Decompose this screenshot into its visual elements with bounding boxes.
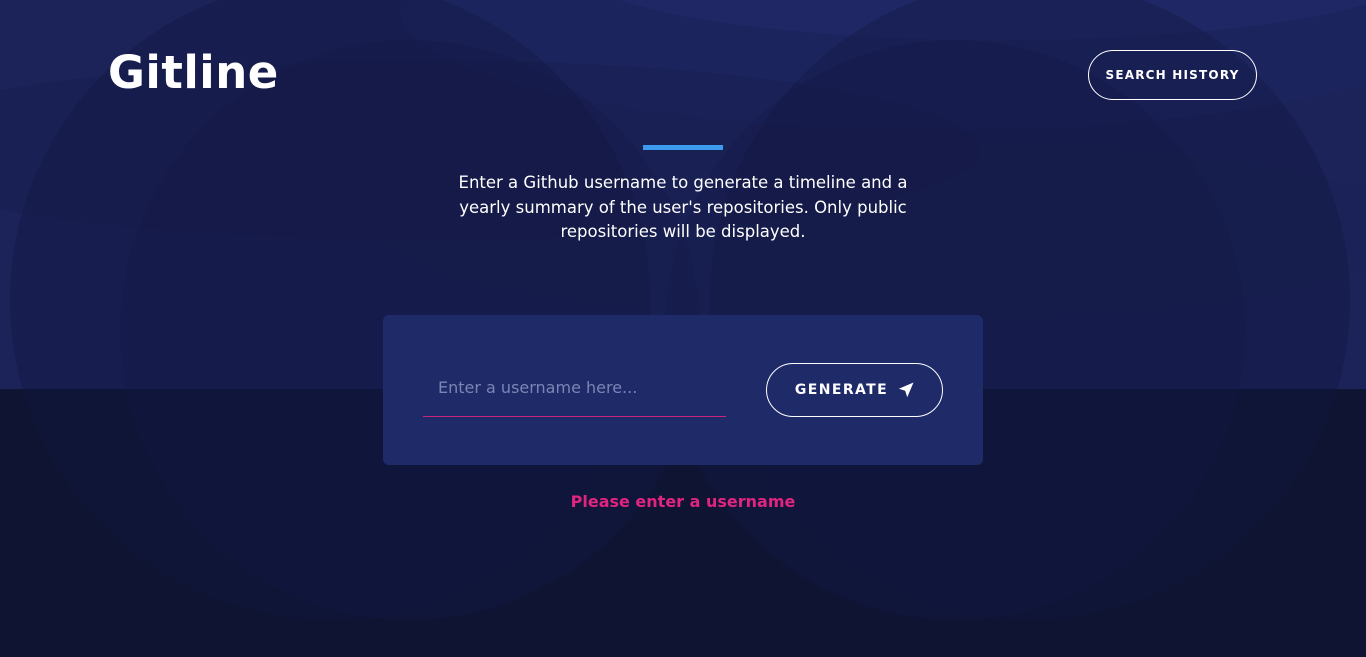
intro-description: Enter a Github username to generate a ti… bbox=[458, 173, 908, 241]
generate-button-label: GENERATE bbox=[794, 382, 889, 398]
username-input[interactable] bbox=[423, 368, 726, 417]
page: Gitline SEARCH HISTORY Enter a Github us… bbox=[0, 0, 1366, 657]
error-message: Please enter a username bbox=[570, 492, 796, 511]
paper-plane-icon bbox=[898, 382, 914, 398]
app-logo[interactable]: Gitline bbox=[108, 50, 279, 95]
search-card: GENERATE bbox=[383, 315, 983, 465]
generate-button[interactable]: GENERATE bbox=[766, 363, 943, 417]
accent-divider bbox=[643, 145, 723, 150]
search-history-button[interactable]: SEARCH HISTORY bbox=[1088, 50, 1257, 100]
